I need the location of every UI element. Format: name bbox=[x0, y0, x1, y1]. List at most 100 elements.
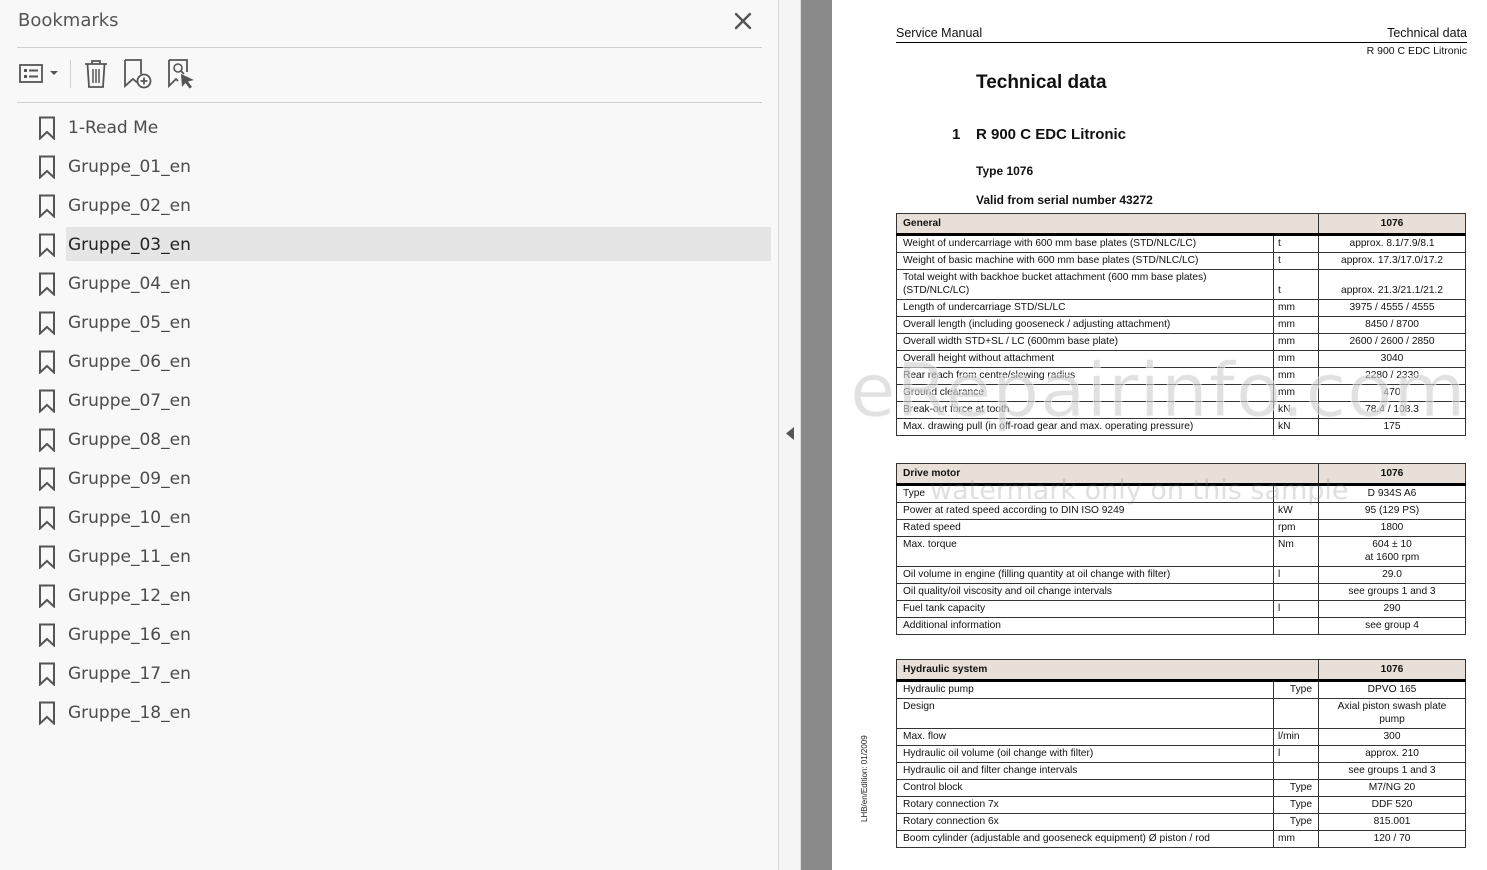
row-label: Rear reach from centre/slewing radius bbox=[896, 367, 1274, 385]
bookmark-item[interactable]: Gruppe_16_en bbox=[0, 617, 779, 653]
bookmark-label: Gruppe_09_en bbox=[68, 469, 191, 489]
bookmark-icon bbox=[38, 272, 56, 297]
row-value: approx. 210 bbox=[1318, 745, 1466, 763]
table-row: Overall width STD+SL / LC (600mm base pl… bbox=[896, 333, 1467, 351]
row-value: 95 (129 PS) bbox=[1318, 502, 1466, 520]
bookmark-item[interactable]: Gruppe_08_en bbox=[0, 422, 779, 458]
table-row: Additional information see group 4 bbox=[896, 617, 1466, 635]
list-options-icon bbox=[18, 64, 62, 94]
table-row: Overall height without attachment mm 3040 bbox=[896, 350, 1467, 368]
row-value: see groups 1 and 3 bbox=[1318, 583, 1466, 601]
row-value-line: approx. 21.3/21.1/21.2 bbox=[1341, 285, 1443, 296]
bookmark-item[interactable]: Gruppe_04_en bbox=[0, 266, 779, 302]
row-value: 120 / 70 bbox=[1318, 830, 1466, 848]
header-right: Technical data bbox=[1387, 26, 1467, 40]
drive-motor-table: Drive motor 1076 Type D 934S A6 Power at rat… bbox=[896, 463, 1466, 635]
bookmark-label: Gruppe_10_en bbox=[68, 508, 191, 528]
table-row: Oil volume in engine (filling quantity a… bbox=[896, 566, 1466, 584]
row-unit: mm bbox=[1272, 367, 1320, 385]
row-label: Power at rated speed according to DIN IS… bbox=[896, 502, 1274, 520]
row-unit: Type bbox=[1273, 680, 1319, 699]
row-value-line: 95 (129 PS) bbox=[1364, 505, 1420, 516]
row-value-line: 290 bbox=[1383, 603, 1401, 614]
table-header-label: General bbox=[895, 213, 1320, 236]
row-label: Total weight with backhoe bucket attachm… bbox=[896, 269, 1274, 300]
row-label: Overall height without attachment bbox=[896, 350, 1274, 368]
row-label: Oil volume in engine (filling quantity a… bbox=[896, 566, 1274, 584]
table-row: Hydraulic oil and filter change interval… bbox=[896, 762, 1466, 780]
row-unit: l/min bbox=[1273, 728, 1319, 746]
row-value: 300 bbox=[1318, 728, 1466, 746]
row-value-line: approx. 8.1/7.9/8.1 bbox=[1349, 238, 1435, 249]
row-value: 2280 / 2330 bbox=[1318, 367, 1467, 385]
section-number: 1 bbox=[952, 126, 961, 143]
row-value-line: 120 / 70 bbox=[1373, 833, 1411, 844]
bookmark-item[interactable]: Gruppe_17_en bbox=[0, 656, 779, 692]
row-label: Boom cylinder (adjustable and gooseneck … bbox=[896, 830, 1274, 848]
table-row: Oil quality/oil viscosity and oil change… bbox=[896, 583, 1466, 601]
row-unit: rpm bbox=[1273, 519, 1319, 537]
bookmark-item[interactable]: 1-Read Me bbox=[0, 110, 779, 146]
table-header-label: Hydraulic system bbox=[896, 659, 1319, 682]
row-value: approx. 8.1/7.9/8.1 bbox=[1318, 234, 1467, 253]
bookmark-label: Gruppe_12_en bbox=[68, 586, 191, 606]
bookmark-item[interactable]: Gruppe_11_en bbox=[0, 539, 779, 575]
table-header-row: Hydraulic system 1076 bbox=[896, 659, 1466, 682]
row-value: 604 ± 10 at 1600 rpm bbox=[1318, 536, 1466, 567]
row-label: Ground clearance bbox=[896, 384, 1274, 402]
bookmark-item[interactable]: Gruppe_18_en bbox=[0, 695, 779, 731]
row-unit: Nm bbox=[1273, 536, 1319, 567]
find-bookmark-button[interactable] bbox=[166, 58, 198, 90]
options-button[interactable] bbox=[18, 58, 62, 90]
panel-splitter[interactable] bbox=[779, 0, 801, 870]
bookmark-item[interactable]: Gruppe_12_en bbox=[0, 578, 779, 614]
bookmark-icon bbox=[38, 194, 56, 219]
row-value: approx. 17.3/17.0/17.2 bbox=[1318, 252, 1467, 270]
row-value-line: 175 bbox=[1383, 421, 1401, 432]
row-value-line: 300 bbox=[1383, 731, 1401, 742]
type-label: Type 1076 bbox=[976, 164, 1034, 178]
row-label: Length of undercarriage STD/SL/LC bbox=[896, 299, 1274, 317]
bookmark-label: Gruppe_08_en bbox=[68, 430, 191, 450]
row-label: Weight of basic machine with 600 mm base… bbox=[896, 252, 1274, 270]
row-value: 470 bbox=[1318, 384, 1467, 402]
bookmark-item[interactable]: Gruppe_09_en bbox=[0, 461, 779, 497]
row-label: Rated speed bbox=[896, 519, 1274, 537]
row-unit: Type bbox=[1273, 779, 1319, 797]
collapse-panel-icon[interactable] bbox=[786, 427, 795, 440]
bookmark-item[interactable]: Gruppe_07_en bbox=[0, 383, 779, 419]
valid-label: Valid from serial number 43272 bbox=[976, 193, 1153, 207]
new-bookmark-button[interactable] bbox=[122, 58, 154, 90]
document-page[interactable]: Service Manual Technical data R 900 C ED… bbox=[832, 0, 1487, 870]
row-value: DPVO 165 bbox=[1318, 680, 1466, 699]
table-row: Break-out force at tooth kN 78.4 / 108.3 bbox=[896, 401, 1467, 419]
table-row: Hydraulic pump Type DPVO 165 bbox=[896, 680, 1466, 699]
close-icon[interactable] bbox=[730, 8, 756, 34]
bookmark-icon bbox=[38, 155, 56, 180]
table-row: Type D 934S A6 bbox=[896, 484, 1466, 503]
row-value-line: see groups 1 and 3 bbox=[1348, 765, 1436, 776]
toolbar-separator bbox=[70, 60, 71, 88]
row-label: Additional information bbox=[896, 617, 1274, 635]
header-subtitle: R 900 C EDC Litronic bbox=[1366, 45, 1467, 57]
bookmark-item[interactable]: Gruppe_03_en bbox=[0, 227, 779, 263]
bookmark-item[interactable]: Gruppe_10_en bbox=[0, 500, 779, 536]
bookmark-icon bbox=[38, 623, 56, 648]
row-value: 175 bbox=[1318, 418, 1467, 436]
row-unit: l bbox=[1273, 600, 1319, 618]
bookmark-item[interactable]: Gruppe_01_en bbox=[0, 149, 779, 185]
row-unit: kN bbox=[1272, 401, 1320, 419]
bookmark-icon bbox=[38, 116, 56, 141]
delete-bookmark-button[interactable] bbox=[82, 58, 110, 90]
row-value-line: 815.001 bbox=[1373, 816, 1411, 827]
table-row: Boom cylinder (adjustable and gooseneck … bbox=[896, 830, 1466, 848]
row-label: Hydraulic pump bbox=[896, 680, 1274, 699]
table-row: Rear reach from centre/slewing radius mm 2… bbox=[896, 367, 1467, 385]
bookmark-item[interactable]: Gruppe_05_en bbox=[0, 305, 779, 341]
row-unit: mm bbox=[1273, 830, 1319, 848]
bookmark-item[interactable]: Gruppe_06_en bbox=[0, 344, 779, 380]
section-title: R 900 C EDC Litronic bbox=[976, 126, 1127, 143]
bookmark-item[interactable]: Gruppe_02_en bbox=[0, 188, 779, 224]
bookmark-icon bbox=[38, 662, 56, 687]
header-left: Service Manual bbox=[896, 26, 983, 40]
